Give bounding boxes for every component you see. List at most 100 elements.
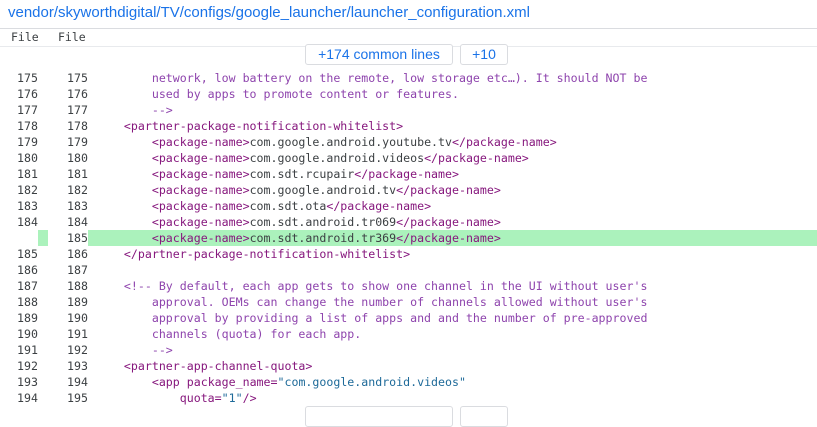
code-token: <package-name> [96,167,250,181]
right-line-number[interactable]: 189 [48,294,88,310]
right-line-number[interactable]: 177 [48,102,88,118]
right-line-number[interactable]: 178 [48,118,88,134]
left-line-number[interactable]: 184 [0,214,38,230]
right-line-number[interactable]: 183 [48,198,88,214]
right-line-number[interactable]: 182 [48,182,88,198]
left-line-number[interactable]: 178 [0,118,38,134]
expand-ten-lines-button[interactable]: +10 [460,44,508,65]
right-line-number[interactable]: 188 [48,278,88,294]
code-text: <!-- By default, each app gets to show o… [96,278,648,294]
right-line-number[interactable]: 187 [48,262,88,278]
left-line-number[interactable]: 187 [0,278,38,294]
code-token: --> [96,343,173,357]
right-line-number[interactable]: 184 [48,214,88,230]
code-token: <partner-package-notification-whitelist> [96,119,404,133]
left-line-number[interactable]: 181 [0,166,38,182]
diff-line-added: 185 <package-name>com.sdt.android.tr369<… [0,230,817,246]
diff-line: 176 176 used by apps to promote content o… [0,86,817,102]
diff-line: 183 183 <package-name>com.sdt.ota</packag… [0,198,817,214]
left-line-number[interactable]: 185 [0,246,38,262]
diff-line: 187 188 <!-- By default, each app gets to… [0,278,817,294]
left-line-number[interactable]: 180 [0,150,38,166]
code-text: <partner-app-channel-quota> [96,358,312,374]
right-line-number[interactable]: 194 [48,374,88,390]
code-text: </partner-package-notification-whitelist… [96,246,410,262]
code-token: <package-name> [96,183,250,197]
code-text: network, low battery on the remote, low … [96,70,648,86]
code-token: "1" [221,391,243,405]
right-line-number[interactable]: 180 [48,150,88,166]
right-line-number[interactable]: 191 [48,326,88,342]
code-text: used by apps to promote content or featu… [96,86,459,102]
right-line-number[interactable]: 192 [48,342,88,358]
code-token: quota= [179,391,222,405]
left-line-number[interactable]: 177 [0,102,38,118]
right-file-column-label: File [58,30,86,44]
code-token: --> [96,103,173,117]
expand-common-lines-button-bottom[interactable] [305,406,453,427]
diff-line: 189 190 approval by providing a list of a… [0,310,817,326]
left-line-number[interactable]: 191 [0,342,38,358]
diff-line: 182 182 <package-name>com.google.android.… [0,182,817,198]
right-line-number[interactable]: 176 [48,86,88,102]
diff-line: 184 184 <package-name>com.sdt.android.tr0… [0,214,817,230]
left-line-number[interactable]: 175 [0,70,38,86]
right-line-number[interactable]: 181 [48,166,88,182]
code-token: <partner-app-channel-quota> [96,359,313,373]
expand-ten-lines-button-bottom[interactable] [460,406,508,427]
left-line-number[interactable]: 190 [0,326,38,342]
code-token: <app [96,375,187,389]
code-token: approval. OEMs can change the number of … [96,295,648,309]
diff-line: 192 193 <partner-app-channel-quota> [0,358,817,374]
left-line-number[interactable]: 189 [0,310,38,326]
left-line-number[interactable]: 179 [0,134,38,150]
right-line-number[interactable]: 179 [48,134,88,150]
code-text: --> [96,102,173,118]
left-line-number[interactable]: 194 [0,390,38,406]
left-line-number[interactable]: 183 [0,198,38,214]
diff-line: 181 181 <package-name>com.sdt.rcupair</pa… [0,166,817,182]
left-file-column-label: File [11,30,39,44]
code-text: channels (quota) for each app. [96,326,361,342]
left-line-number[interactable]: 176 [0,86,38,102]
code-token: com.google.android.videos [249,151,425,165]
code-text: <package-name>com.sdt.android.tr369</pac… [96,230,501,246]
right-line-number[interactable]: 190 [48,310,88,326]
left-line-number[interactable]: 193 [0,374,38,390]
code-text: --> [96,342,173,358]
left-line-number[interactable]: 188 [0,294,38,310]
code-token: com.sdt.android.tr369 [249,231,397,245]
left-line-number[interactable]: 182 [0,182,38,198]
file-path-link[interactable]: vendor/skyworthdigital/TV/configs/google… [8,4,530,21]
right-line-number[interactable]: 193 [48,358,88,374]
code-token: com.sdt.rcupair [249,167,355,181]
code-token: network, low battery on the remote, low … [96,71,648,85]
code-text: <app package_name="com.google.android.vi… [96,374,466,390]
right-line-number[interactable]: 185 [48,230,88,246]
diff-line: 185 186 </partner-package-notification-wh… [0,246,817,262]
expand-common-lines-button[interactable]: +174 common lines [305,44,453,65]
left-line-number[interactable]: 186 [0,262,38,278]
code-token: </package-name> [326,199,432,213]
left-line-number[interactable] [0,230,38,246]
code-token: </package-name> [396,215,501,229]
code-token: </package-name> [396,231,501,245]
code-token: <package-name> [96,199,250,213]
code-token: <package-name> [96,135,250,149]
code-token: <package-name> [96,215,250,229]
diff-line: 177 177 --> [0,102,817,118]
right-line-number[interactable]: 195 [48,390,88,406]
right-line-number[interactable]: 186 [48,246,88,262]
file-header: vendor/skyworthdigital/TV/configs/google… [0,0,817,29]
code-token: approval by providing a list of apps and… [96,311,648,325]
code-token: used by apps to promote content or featu… [96,87,459,101]
code-token: channels (quota) for each app. [96,327,362,341]
diff-line: 186 187 [0,262,817,278]
left-line-number[interactable]: 192 [0,358,38,374]
diff-line: 191 192 --> [0,342,817,358]
right-line-number[interactable]: 175 [48,70,88,86]
code-text: <package-name>com.google.android.youtube… [96,134,557,150]
diff-line: 193 194 <app package_name="com.google.and… [0,374,817,390]
diff-lines: 175 175 network, low battery on the remot… [0,70,817,406]
diff-line: 178 178 <partner-package-notification-whi… [0,118,817,134]
